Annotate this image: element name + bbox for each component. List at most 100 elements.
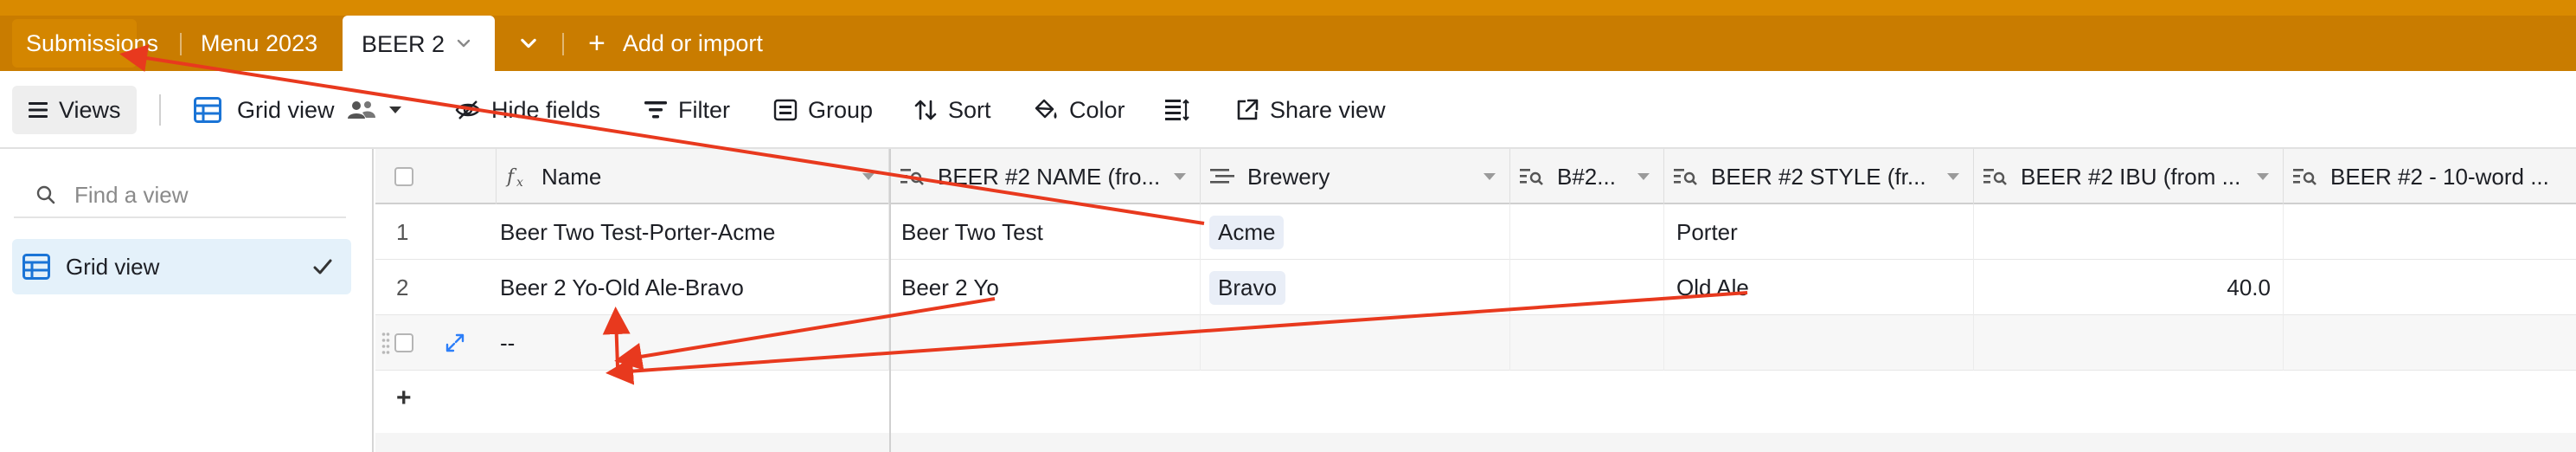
color-button[interactable]: Color [1033, 71, 1125, 149]
find-view-input[interactable]: Find a view [14, 173, 346, 218]
name-cell[interactable]: Beer Two Test-Porter-Acme [500, 204, 889, 260]
row-height-button[interactable] [1164, 71, 1201, 149]
table-tab-bar: Submissions Menu 2023 BEER 2 + Add or im… [0, 16, 2576, 73]
hamburger-icon [29, 102, 48, 118]
beer-name-cell[interactable]: Beer 2 Yo [901, 260, 1201, 315]
description-cell[interactable] [2284, 315, 2576, 371]
tab-divider [562, 33, 564, 55]
grid-footer [375, 433, 2576, 452]
column-header-label: Name [541, 163, 602, 190]
column-header-label: BEER #2 STYLE (fr... [1711, 163, 1926, 190]
row-select-cell[interactable] [394, 315, 429, 371]
beer-name-cell[interactable]: Beer Two Test [901, 204, 1201, 260]
chevron-down-icon[interactable] [455, 35, 472, 52]
tab-beer-2[interactable]: BEER 2 [343, 16, 495, 73]
row-checkbox[interactable] [394, 333, 413, 352]
style-cell[interactable]: Porter [1664, 204, 1974, 260]
style-cell[interactable]: Old Ale [1664, 260, 1974, 315]
lookup-icon [1674, 169, 1697, 185]
table-row[interactable]: 2 Beer 2 Yo-Old Ale-Bravo Beer 2 Yo Brav… [375, 260, 2576, 315]
search-icon [36, 185, 55, 204]
grid-header: f x Name BEER #2 NAME (fro... Brewery B#… [375, 149, 2576, 204]
description-cell[interactable] [2284, 204, 2576, 260]
row-number: 2 [396, 274, 409, 300]
views-label: Views [59, 96, 121, 123]
share-icon [1237, 99, 1259, 120]
b2-cell[interactable] [1510, 315, 1664, 371]
drag-handle[interactable] [375, 315, 396, 371]
column-header-beer-name[interactable]: BEER #2 NAME (fro... [891, 149, 1201, 204]
row-height-icon [1165, 99, 1189, 121]
style-cell[interactable] [1664, 315, 1974, 371]
caret-down-icon[interactable] [862, 173, 875, 180]
group-button[interactable]: Group [773, 71, 873, 149]
color-label: Color [1069, 96, 1125, 123]
lookup-icon [1983, 169, 2007, 185]
lookup-icon [1520, 169, 1543, 185]
grid-icon [194, 97, 221, 123]
sort-button[interactable]: Sort [913, 71, 991, 149]
column-header-label: BEER #2 NAME (fro... [938, 163, 1161, 190]
view-toolbar: Views Grid view Hide fields Filter Group… [0, 71, 2576, 149]
filter-button[interactable]: Filter [644, 71, 730, 149]
description-cell[interactable] [2284, 260, 2576, 315]
sort-icon [914, 100, 937, 120]
views-button[interactable]: Views [12, 86, 137, 134]
sort-label: Sort [948, 96, 991, 123]
select-all-checkbox[interactable] [394, 167, 413, 186]
column-header-brewery[interactable]: Brewery [1201, 149, 1510, 204]
ibu-cell[interactable] [1974, 204, 2284, 260]
grid-view-switcher[interactable]: Grid view [194, 71, 413, 149]
hide-fields-label: Hide fields [491, 96, 601, 123]
column-header-ibu[interactable]: BEER #2 IBU (from ... [1974, 149, 2284, 204]
sidebar-item-grid-view[interactable]: Grid view [12, 239, 351, 294]
column-header-description[interactable]: BEER #2 - 10-word ... [2284, 149, 2576, 204]
caret-down-icon [388, 107, 401, 113]
share-view-button[interactable]: Share view [1235, 71, 1386, 149]
add-record-row[interactable]: + [375, 371, 2576, 426]
lookup-icon [900, 169, 924, 185]
caret-down-icon[interactable] [2257, 173, 2269, 180]
tab-menu-2023[interactable]: Menu 2023 [201, 16, 317, 71]
ibu-cell[interactable]: 40.0 [1974, 260, 2284, 315]
brewery-cell[interactable]: Acme [1201, 204, 1510, 260]
tab-menu-label: Menu 2023 [201, 29, 318, 56]
add-record-button[interactable]: + [396, 371, 448, 426]
brewery-cell[interactable]: Bravo [1201, 260, 1510, 315]
add-or-import-button[interactable]: + Add or import [588, 16, 763, 71]
add-or-import-label: Add or import [622, 29, 763, 56]
column-header-label: Brewery [1247, 163, 1330, 190]
column-header-b2[interactable]: B#2... [1510, 149, 1664, 204]
b2-cell[interactable] [1510, 204, 1664, 260]
beer-name-cell[interactable] [891, 315, 1201, 371]
expand-icon [445, 333, 465, 352]
brewery-cell[interactable] [1201, 315, 1510, 371]
table-row[interactable]: 1 Beer Two Test-Porter-Acme Beer Two Tes… [375, 204, 2576, 260]
frozen-column-divider [889, 149, 891, 452]
column-header-name[interactable]: f x Name [497, 149, 889, 204]
all-tables-button[interactable] [514, 16, 543, 71]
caret-down-icon[interactable] [1483, 173, 1496, 180]
ibu-cell[interactable] [1974, 315, 2284, 371]
tab-submissions[interactable]: Submissions [12, 19, 158, 68]
group-icon [773, 99, 798, 121]
name-cell[interactable]: Beer 2 Yo-Old Ale-Bravo [500, 260, 889, 315]
b2-cell[interactable] [1510, 260, 1664, 315]
caret-down-icon[interactable] [1947, 173, 1959, 180]
new-record-row[interactable]: -- [375, 315, 2576, 371]
caret-down-icon[interactable] [1637, 173, 1650, 180]
column-header-style[interactable]: BEER #2 STYLE (fr... [1664, 149, 1974, 204]
expand-record-button[interactable] [445, 315, 479, 371]
name-cell[interactable]: -- [500, 315, 889, 371]
sidebar-item-label: Grid view [66, 253, 160, 280]
brewery-pill: Acme [1209, 215, 1285, 249]
caret-down-icon[interactable] [1174, 173, 1186, 180]
group-label: Group [808, 96, 874, 123]
column-header-label: B#2... [1557, 163, 1616, 190]
row-number: 1 [396, 218, 409, 245]
select-all-cell[interactable] [375, 149, 497, 204]
hide-fields-button[interactable]: Hide fields [455, 71, 600, 149]
drag-handle-icon [381, 333, 390, 354]
svg-text:x: x [516, 176, 523, 189]
top-strip [0, 0, 2576, 16]
